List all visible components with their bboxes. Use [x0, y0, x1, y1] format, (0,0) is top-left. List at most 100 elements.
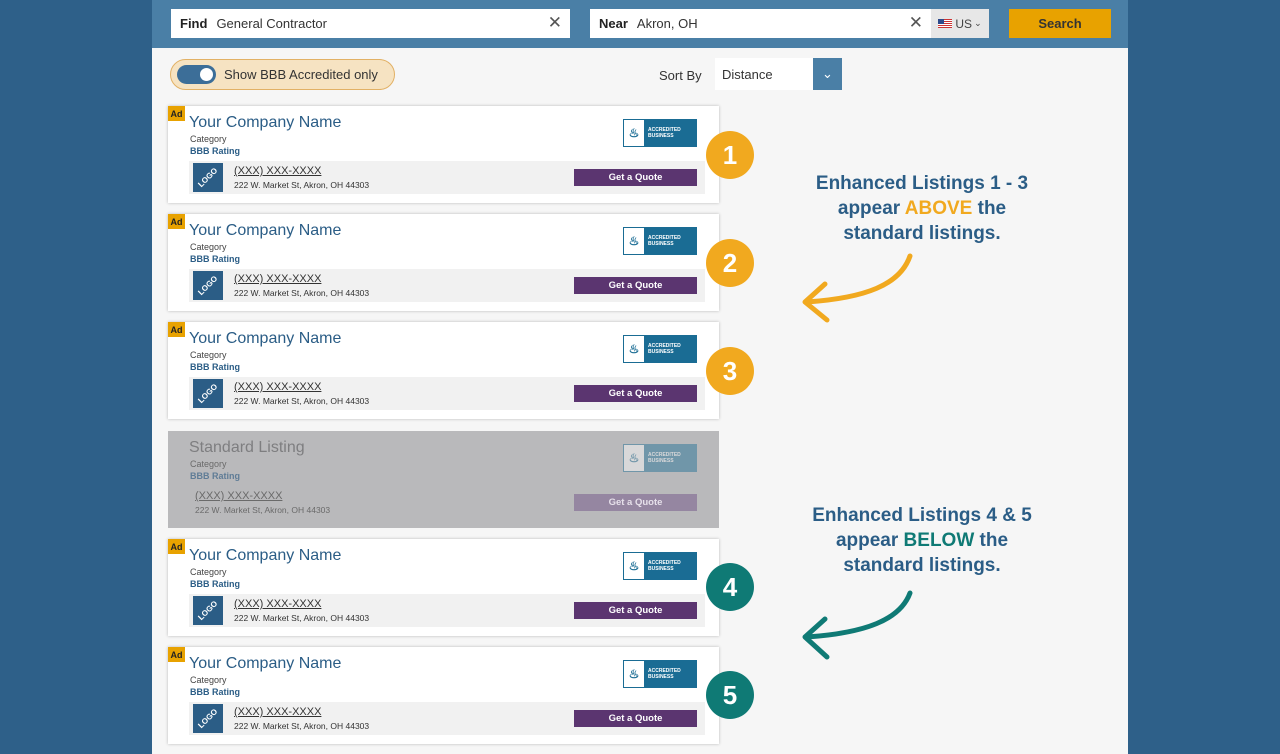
contact-strip: LOGO (XXX) XXX-XXXX 222 W. Market St, Akro… [189, 702, 705, 735]
close-icon[interactable]: ✕ [548, 13, 562, 33]
contact-strip: LOGO (XXX) XXX-XXXX 222 W. Market St, Akro… [189, 594, 705, 627]
chevron-down-icon[interactable]: ⌄ [813, 58, 842, 90]
seal-line: BUSINESS [648, 133, 674, 139]
bbb-rating-label: BBB Rating [190, 362, 240, 372]
phone-link[interactable]: (XXX) XXX-XXXX [234, 273, 321, 285]
near-input[interactable]: Akron, OH [637, 16, 698, 31]
phone-link[interactable]: (XXX) XXX-XXXX [234, 598, 321, 610]
bbb-torch-icon: ♨ [624, 553, 644, 579]
bbb-accredited-seal-icon: ♨ ACCREDITED BUSINESS [623, 335, 697, 363]
callout-above: Enhanced Listings 1 - 3 appear ABOVE the… [772, 171, 1072, 246]
enhanced-listing-card[interactable]: Ad Your Company Name Category BBB Rating ♨ AC… [168, 322, 719, 419]
callout-line: standard listings. [843, 555, 1001, 576]
callout-highlight: ABOVE [904, 198, 973, 219]
close-icon[interactable]: ✕ [909, 13, 923, 33]
toggle-switch[interactable] [177, 65, 216, 84]
phone-link[interactable]: (XXX) XXX-XXXX [195, 490, 282, 502]
seal-text: ACCREDITED BUSINESS [644, 553, 696, 579]
ad-badge: Ad [168, 214, 185, 229]
seal-text: ACCREDITED BUSINESS [644, 336, 696, 362]
company-logo: LOGO [193, 271, 223, 300]
get-quote-button[interactable]: Get a Quote [574, 385, 697, 402]
logo-text: LOGO [196, 598, 220, 623]
enhanced-listing-card[interactable]: Ad Your Company Name Category BBB Rating ♨ AC… [168, 539, 719, 636]
address: 222 W. Market St, Akron, OH 44303 [195, 505, 331, 515]
callout-line: standard listings. [843, 223, 1001, 244]
category-label: Category [190, 675, 227, 685]
listing-number-badge: 4 [706, 563, 754, 611]
category-label: Category [190, 134, 227, 144]
contact-strip: (XXX) XXX-XXXX 222 W. Market St, Akron, O… [189, 486, 705, 519]
address: 222 W. Market St, Akron, OH 44303 [234, 396, 370, 406]
chevron-down-icon: ⌄ [974, 18, 982, 28]
country-value: US [955, 16, 973, 31]
enhanced-listing-card[interactable]: Ad Your Company Name Category BBB Rating ♨ AC… [168, 106, 719, 203]
company-logo: LOGO [193, 596, 223, 625]
bbb-rating-label: BBB Rating [190, 146, 240, 156]
logo-text: LOGO [196, 381, 220, 406]
bbb-rating-label: BBB Rating [190, 254, 240, 264]
seal-line: BUSINESS [648, 458, 674, 464]
company-name[interactable]: Standard Listing [189, 439, 305, 457]
find-field[interactable]: Find General Contractor ✕ [171, 9, 570, 38]
contact-strip: LOGO (XXX) XXX-XXXX 222 W. Market St, Akro… [189, 377, 705, 410]
callout-highlight: BELOW [903, 530, 975, 551]
company-name[interactable]: Your Company Name [189, 114, 341, 132]
category-label: Category [190, 567, 227, 577]
seal-line: BUSINESS [648, 349, 674, 355]
company-name[interactable]: Your Company Name [189, 655, 341, 673]
bbb-torch-icon: ♨ [624, 445, 644, 471]
bbb-accredited-seal-icon: ♨ ACCREDITED BUSINESS [623, 552, 697, 580]
standard-listing-card[interactable]: Standard Listing Category BBB Rating ♨ ACCRE… [168, 431, 719, 528]
ad-badge: Ad [168, 322, 185, 337]
ad-badge: Ad [168, 647, 185, 662]
company-name[interactable]: Your Company Name [189, 330, 341, 348]
bbb-torch-icon: ♨ [624, 228, 644, 254]
bbb-accredited-seal-icon: ♨ ACCREDITED BUSINESS [623, 227, 697, 255]
near-field[interactable]: Near Akron, OH ✕ [590, 9, 931, 38]
phone-link[interactable]: (XXX) XXX-XXXX [234, 381, 321, 393]
callout-text: the [974, 530, 1009, 551]
accredited-filter-toggle[interactable]: Show BBB Accredited only [170, 59, 395, 90]
seal-line: BUSINESS [648, 674, 674, 680]
find-label: Find [180, 16, 208, 31]
listing-number-badge: 3 [706, 347, 754, 395]
seal-line: BUSINESS [648, 241, 674, 247]
us-flag-icon [938, 19, 953, 28]
bbb-rating-label: BBB Rating [190, 471, 240, 481]
sort-label: Sort By [659, 68, 702, 83]
callout-text: appear [835, 530, 904, 551]
seal-line: BUSINESS [648, 566, 674, 572]
callout-text: the [972, 198, 1007, 219]
country-select[interactable]: US ⌄ [931, 9, 989, 38]
find-input[interactable]: General Contractor [216, 16, 327, 31]
listing-number-badge: 5 [706, 671, 754, 719]
callout-line: appear BELOW the [772, 528, 1072, 553]
get-quote-button[interactable]: Get a Quote [574, 494, 697, 511]
seal-text: ACCREDITED BUSINESS [644, 445, 696, 471]
company-name[interactable]: Your Company Name [189, 222, 341, 240]
category-label: Category [190, 459, 227, 469]
phone-link[interactable]: (XXX) XXX-XXXX [234, 165, 321, 177]
enhanced-listing-card[interactable]: Ad Your Company Name Category BBB Rating ♨ AC… [168, 647, 719, 744]
enhanced-listing-card[interactable]: Ad Your Company Name Category BBB Rating ♨ AC… [168, 214, 719, 311]
listing-number-badge: 1 [706, 131, 754, 179]
company-name[interactable]: Your Company Name [189, 547, 341, 565]
category-label: Category [190, 242, 227, 252]
company-logo: LOGO [193, 379, 223, 408]
callout-line: appear ABOVE the [772, 196, 1072, 221]
bbb-accredited-seal-icon: ♨ ACCREDITED BUSINESS [623, 444, 697, 472]
phone-link[interactable]: (XXX) XXX-XXXX [234, 706, 321, 718]
bbb-torch-icon: ♨ [624, 661, 644, 687]
get-quote-button[interactable]: Get a Quote [574, 602, 697, 619]
sort-select[interactable]: Distance ⌄ [715, 58, 842, 90]
get-quote-button[interactable]: Get a Quote [574, 710, 697, 727]
bbb-torch-icon: ♨ [624, 336, 644, 362]
get-quote-button[interactable]: Get a Quote [574, 169, 697, 186]
callout-line: Enhanced Listings 4 & 5 [812, 505, 1032, 526]
address: 222 W. Market St, Akron, OH 44303 [234, 613, 370, 623]
logo-text: LOGO [196, 165, 220, 190]
get-quote-button[interactable]: Get a Quote [574, 277, 697, 294]
bbb-torch-icon: ♨ [624, 120, 644, 146]
search-button[interactable]: Search [1009, 9, 1111, 38]
